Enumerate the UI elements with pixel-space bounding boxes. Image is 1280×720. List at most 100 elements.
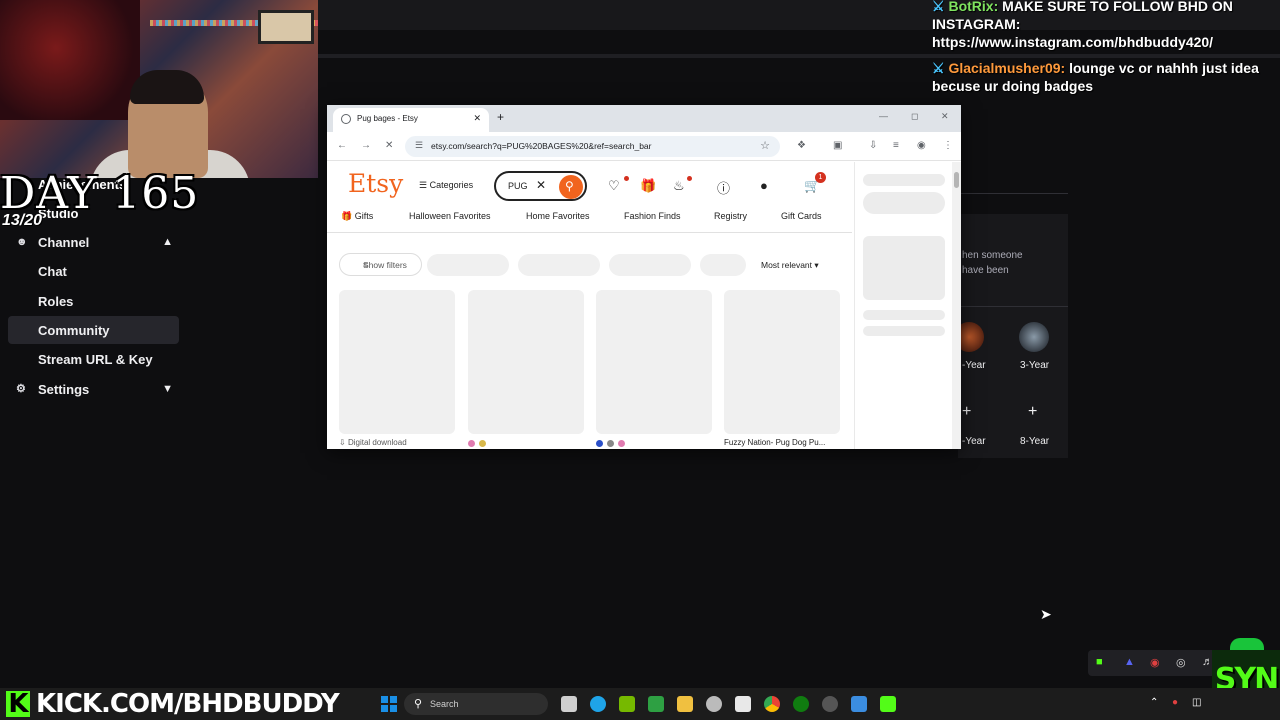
close-tab-icon[interactable]: ✕ — [473, 113, 481, 124]
listing-card-placeholder[interactable] — [339, 290, 455, 434]
app-taskbar-icon[interactable] — [851, 696, 867, 712]
color-swatch — [479, 440, 486, 447]
sidebar-item-chat[interactable]: Chat — [8, 257, 179, 285]
listing-title[interactable]: Fuzzy Nation- Pug Dog Pu... — [724, 438, 825, 447]
favorites-heart-icon[interactable]: ♡ — [608, 178, 620, 194]
kick-url-overlay: K KICK.COM/BHDBUDDY — [6, 689, 340, 719]
minimize-button[interactable]: — — [879, 111, 888, 121]
stop-button[interactable]: ✕ — [385, 140, 393, 151]
add-badge-icon[interactable]: + — [1028, 403, 1037, 421]
browser-window: Pug bages - Etsy ✕ + — ◻ ✕ ← → ✕ ☰ etsy.… — [327, 105, 961, 449]
kick-url-text: KICK.COM/BHDBUDDY — [36, 689, 340, 719]
bell-icon[interactable]: ♨ — [673, 178, 685, 194]
cast-icon[interactable]: ▣ — [833, 140, 842, 151]
file-explorer-icon[interactable] — [677, 696, 693, 712]
skeleton-line — [863, 174, 945, 186]
caret-down-icon: ▾ — [814, 260, 819, 270]
add-badge-icon[interactable]: + — [962, 403, 971, 421]
sword-icon: ⚔ — [932, 0, 945, 14]
badge-label: -Year — [962, 436, 986, 447]
forward-button[interactable]: → — [361, 140, 371, 151]
nvidia-icon[interactable] — [619, 696, 635, 712]
search-icon: ⚲ — [414, 698, 423, 710]
nav-halloween-favorites[interactable]: Halloween Favorites — [409, 211, 491, 221]
extensions-icon[interactable]: ❖ — [797, 140, 806, 151]
sidebar-item-label: Channel — [38, 234, 90, 250]
store-icon[interactable] — [735, 696, 751, 712]
hamburger-icon: ☰ — [419, 180, 428, 190]
windows-start-icon[interactable] — [381, 696, 397, 712]
search-button[interactable]: ⚲ — [559, 175, 583, 199]
sidebar-item-roles[interactable]: Roles — [8, 287, 179, 315]
taskbar: K KICK.COM/BHDBUDDY ⚲ Search ⌃ ● ◫ — [0, 688, 1280, 720]
site-info-icon[interactable]: ☰ — [415, 140, 423, 151]
clear-search-icon[interactable]: ✕ — [536, 178, 546, 192]
mouse-cursor-icon: ➤ — [1040, 606, 1052, 622]
chevron-down-icon: ▼ — [162, 383, 173, 395]
listing-card-placeholder[interactable] — [596, 290, 712, 434]
sidebar-item-community[interactable]: Community — [8, 316, 179, 344]
back-button[interactable]: ← — [337, 140, 347, 151]
nav-gift-cards[interactable]: Gift Cards — [781, 211, 822, 221]
badge-description: hen someone have been — [962, 248, 1062, 278]
new-tab-button[interactable]: + — [497, 110, 504, 124]
menu-kebab-icon[interactable]: ⋮ — [943, 140, 953, 151]
obs-taskbar-icon[interactable] — [822, 696, 838, 712]
listing-card-placeholder[interactable] — [468, 290, 584, 434]
xbox-icon[interactable] — [793, 696, 809, 712]
sidebar-item-settings[interactable]: ⚙ Settings ▼ — [8, 375, 179, 403]
listing-tag: Digital download — [347, 438, 407, 447]
taskbar-search[interactable]: ⚲ Search — [404, 693, 548, 715]
badge-label: 3-Year — [1020, 360, 1050, 371]
nav-gifts[interactable]: 🎁 Gifts — [341, 211, 373, 222]
categories-label: Categories — [429, 180, 474, 190]
maximize-button[interactable]: ◻ — [911, 111, 918, 122]
sidebar-item-stream-url[interactable]: Stream URL & Key — [8, 345, 179, 373]
search-input[interactable]: PUG ✕ ⚲ — [494, 171, 587, 201]
categories-button[interactable]: ☰ Categories — [419, 180, 473, 191]
address-bar[interactable]: ☰ etsy.com/search?q=PUG%20BAGES%20&ref=s… — [405, 136, 780, 157]
obs-icon[interactable]: ◉ — [1150, 656, 1160, 669]
loading-icon — [341, 114, 351, 124]
edge-icon[interactable] — [590, 696, 606, 712]
skeleton-image — [863, 236, 945, 300]
search-value: PUG — [508, 181, 528, 191]
tab-etsy[interactable]: Pug bages - Etsy ✕ — [333, 108, 489, 132]
kick-icon[interactable]: ■ — [1096, 656, 1103, 668]
gift-icon[interactable]: 🎁 — [640, 178, 656, 194]
download-icon[interactable]: ⇩ — [869, 140, 877, 151]
badge-desc-line: have been — [962, 265, 1009, 276]
microphone-icon[interactable]: ● — [1172, 697, 1178, 708]
sidebar-item-channel[interactable]: ☻ Channel ▲ — [8, 228, 179, 256]
scrollbar[interactable] — [952, 162, 961, 449]
scrollbar-thumb[interactable] — [954, 172, 959, 188]
bookmark-star-icon[interactable]: ☆ — [760, 139, 770, 152]
network-icon[interactable]: ◫ — [1192, 697, 1201, 708]
badge-icon[interactable] — [1019, 322, 1049, 352]
sheets-icon[interactable] — [648, 696, 664, 712]
settings-icon[interactable] — [706, 696, 722, 712]
show-filters-button[interactable]: ≡ Show filters — [339, 253, 422, 276]
etsy-logo[interactable]: Etsy — [348, 169, 403, 198]
profile-avatar[interactable]: ◉ — [917, 140, 926, 151]
nav-home-favorites[interactable]: Home Favorites — [526, 211, 590, 221]
chrome-icon[interactable] — [764, 696, 780, 712]
reading-list-icon[interactable]: ≡ — [893, 140, 899, 151]
chevron-up-icon[interactable]: ⌃ — [1150, 697, 1158, 708]
nav-registry[interactable]: Registry — [714, 211, 747, 221]
app-icon[interactable]: ◎ — [1176, 656, 1186, 669]
notification-dot — [624, 176, 629, 181]
account-avatar-icon[interactable]: ● — [760, 178, 768, 193]
kick-taskbar-icon[interactable] — [880, 696, 896, 712]
sidebar-item-label: Settings — [38, 381, 90, 397]
discord-icon[interactable]: ▲ — [1124, 656, 1135, 668]
right-panel — [854, 162, 952, 449]
nav-fashion-finds[interactable]: Fashion Finds — [624, 211, 681, 221]
gift-icon: 🎁 — [341, 211, 353, 221]
listing-card-placeholder[interactable] — [724, 290, 840, 434]
help-icon[interactable]: ⓘ — [717, 178, 730, 197]
task-view-icon[interactable] — [561, 696, 577, 712]
filter-pill-placeholder — [609, 254, 691, 276]
close-window-button[interactable]: ✕ — [941, 111, 949, 122]
sort-dropdown[interactable]: Most relevant ▾ — [761, 260, 819, 271]
